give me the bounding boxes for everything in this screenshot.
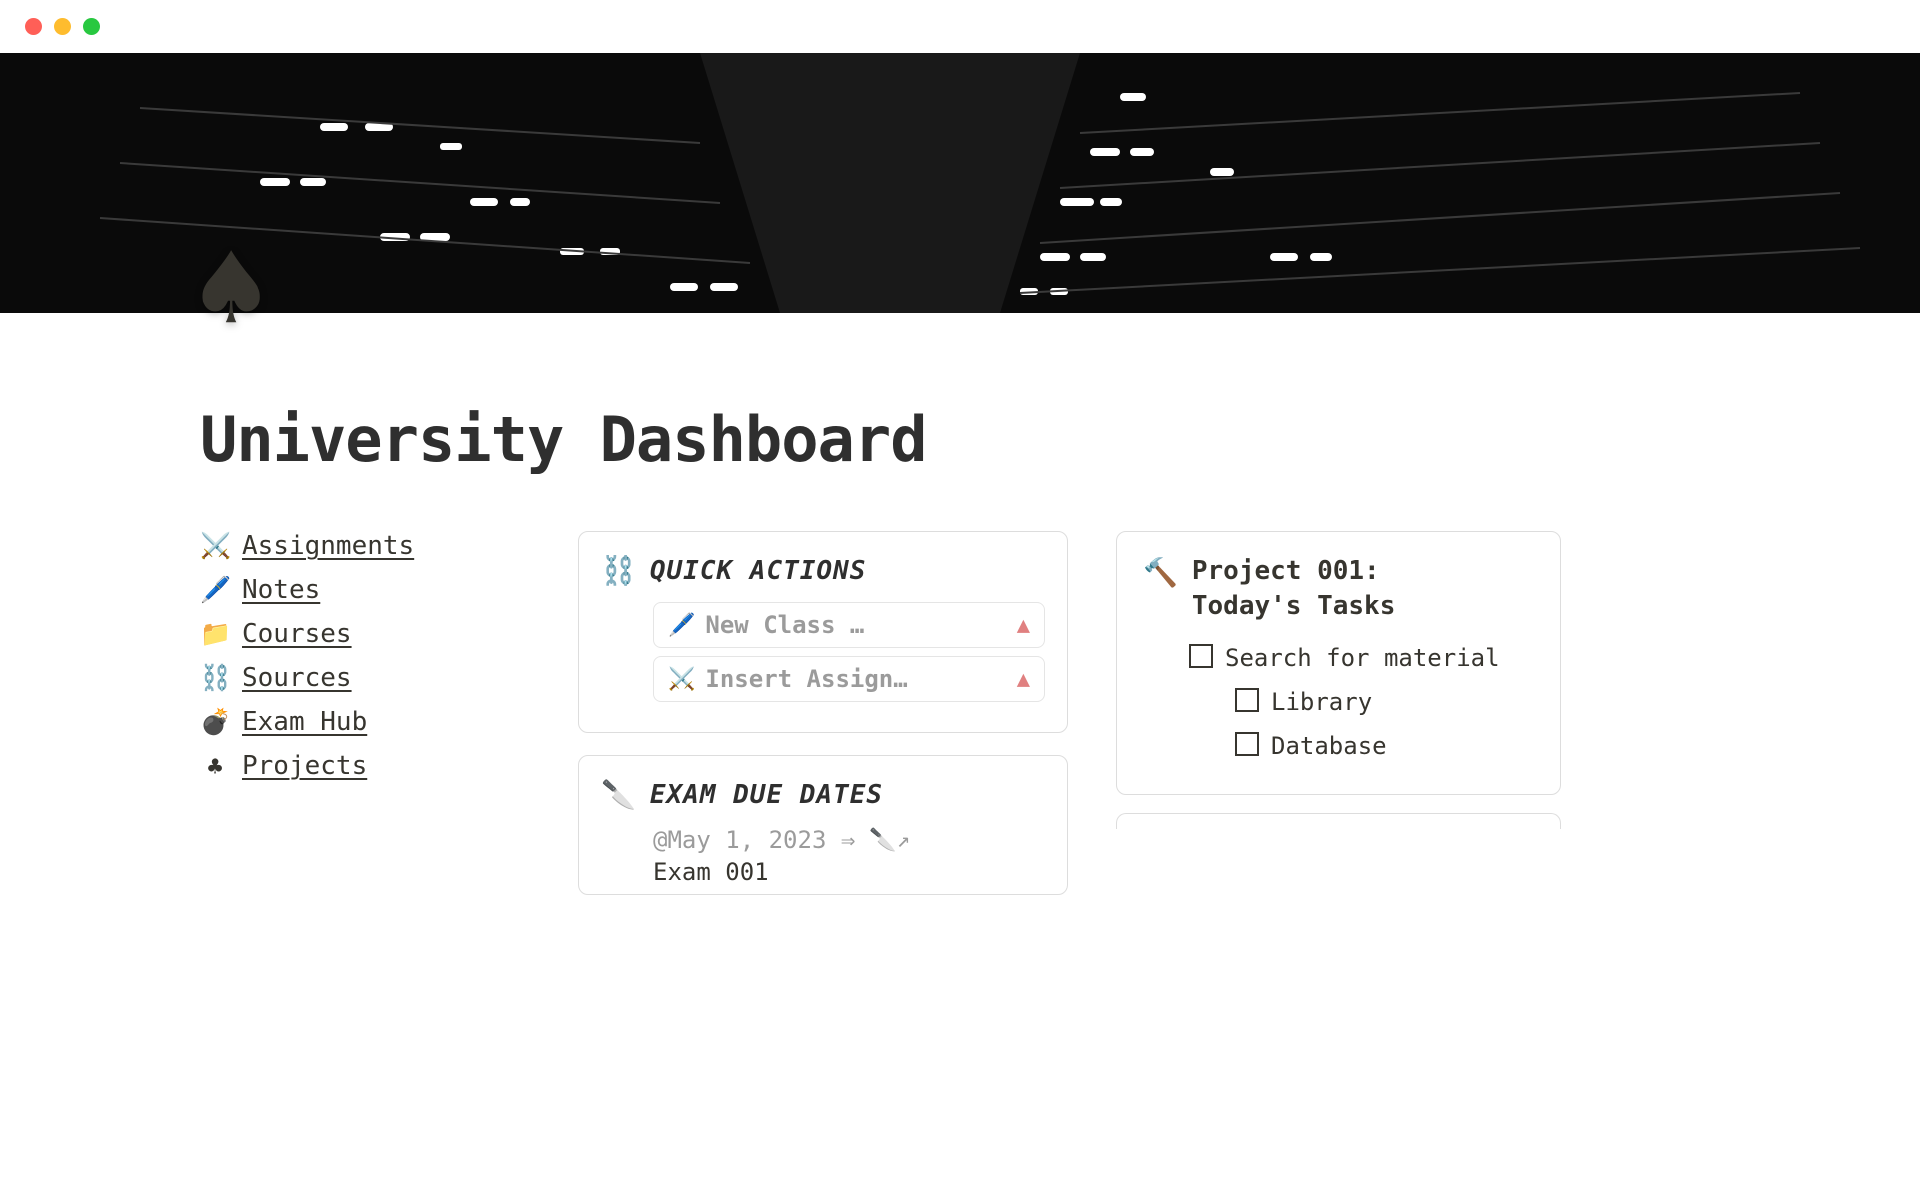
bomb-icon: 💣 (200, 707, 230, 737)
nav-link-projects[interactable]: ♣ Projects (200, 751, 530, 781)
pen-icon: 🖊️ (200, 575, 230, 605)
checkbox[interactable] (1189, 644, 1213, 668)
task-library[interactable]: Library (1235, 684, 1534, 720)
club-icon: ♣ (200, 752, 230, 781)
task-database[interactable]: Database (1235, 728, 1534, 764)
close-window-button[interactable] (25, 18, 42, 35)
exam-date-text: @May 1, 2023 ⇒ (653, 826, 855, 854)
quick-actions-header: ⛓️ QUICK ACTIONS (601, 554, 1045, 587)
knife-icon: 🔪 (601, 778, 636, 811)
task-search-material[interactable]: Search for material (1189, 640, 1534, 676)
project-tasks-card: 🔨 Project 001: Today's Tasks Search for … (1116, 531, 1561, 795)
hammer-icon: 🔨 (1143, 556, 1178, 589)
pen-icon: 🖊️ (668, 613, 695, 638)
quick-action-insert-assignment[interactable]: ⚔️ Insert Assign… ▲ (653, 656, 1045, 702)
nav-link-notes[interactable]: 🖊️ Notes (200, 575, 530, 605)
right-column: 🔨 Project 001: Today's Tasks Search for … (1116, 531, 1561, 829)
nav-label: Projects (242, 751, 367, 781)
page-content: University Dashboard ⚔️ Assignments 🖊️ N… (0, 403, 1920, 895)
warning-icon: ▲ (1017, 613, 1030, 638)
quick-actions-title: QUICK ACTIONS (650, 556, 867, 586)
quick-action-label: New Class … (705, 611, 1006, 639)
task-label: Library (1271, 684, 1372, 720)
chains-icon: ⛓️ (601, 554, 636, 587)
columns-container: ⚔️ Assignments 🖊️ Notes 📁 Courses ⛓️ Sou… (200, 531, 1720, 895)
cover-art-icon (0, 53, 1920, 313)
knife-link-icon: 🔪↗ (869, 828, 910, 853)
chains-icon: ⛓️ (200, 663, 230, 693)
project-title-line-1: Project 001: (1192, 554, 1396, 589)
nav-link-courses[interactable]: 📁 Courses (200, 619, 530, 649)
warning-icon: ▲ (1017, 667, 1030, 692)
checkbox[interactable] (1235, 688, 1259, 712)
project-title-line-2: Today's Tasks (1192, 589, 1396, 624)
exam-due-title: EXAM DUE DATES (650, 780, 883, 810)
nav-label: Sources (242, 663, 352, 693)
cover-image[interactable] (0, 53, 1920, 313)
quick-action-new-class[interactable]: 🖊️ New Class … ▲ (653, 602, 1045, 648)
task-label: Search for material (1225, 640, 1500, 676)
middle-column: ⛓️ QUICK ACTIONS 🖊️ New Class … ▲ ⚔️ Ins… (578, 531, 1068, 895)
project-header: 🔨 Project 001: Today's Tasks (1143, 554, 1534, 624)
nav-label: Exam Hub (242, 707, 367, 737)
page-title: University Dashboard (200, 403, 1720, 476)
nav-link-assignments[interactable]: ⚔️ Assignments (200, 531, 530, 561)
nav-label: Assignments (242, 531, 414, 561)
minimize-window-button[interactable] (54, 18, 71, 35)
quick-actions-card: ⛓️ QUICK ACTIONS 🖊️ New Class … ▲ ⚔️ Ins… (578, 531, 1068, 733)
quick-action-label: Insert Assign… (705, 665, 1006, 693)
task-label: Database (1271, 728, 1387, 764)
folder-icon: 📁 (200, 619, 230, 649)
exam-due-header: 🔪 EXAM DUE DATES (601, 778, 1045, 811)
nav-column: ⚔️ Assignments 🖊️ Notes 📁 Courses ⛓️ Sou… (200, 531, 530, 795)
swords-icon: ⚔️ (200, 531, 230, 561)
page-icon[interactable]: ♠ (195, 230, 267, 350)
exam-due-dates-card: 🔪 EXAM DUE DATES @May 1, 2023 ⇒ 🔪↗ Exam … (578, 755, 1068, 895)
nav-link-sources[interactable]: ⛓️ Sources (200, 663, 530, 693)
exam-name[interactable]: Exam 001 (653, 858, 1045, 886)
exam-date-row[interactable]: @May 1, 2023 ⇒ 🔪↗ (653, 826, 1045, 854)
maximize-window-button[interactable] (83, 18, 100, 35)
project-title-wrap: Project 001: Today's Tasks (1192, 554, 1396, 624)
window-titlebar (0, 0, 1920, 53)
nav-link-exam-hub[interactable]: 💣 Exam Hub (200, 707, 530, 737)
nav-label: Notes (242, 575, 320, 605)
nav-label: Courses (242, 619, 352, 649)
next-card-peek (1116, 813, 1561, 829)
checkbox[interactable] (1235, 732, 1259, 756)
swords-icon: ⚔️ (668, 667, 695, 692)
